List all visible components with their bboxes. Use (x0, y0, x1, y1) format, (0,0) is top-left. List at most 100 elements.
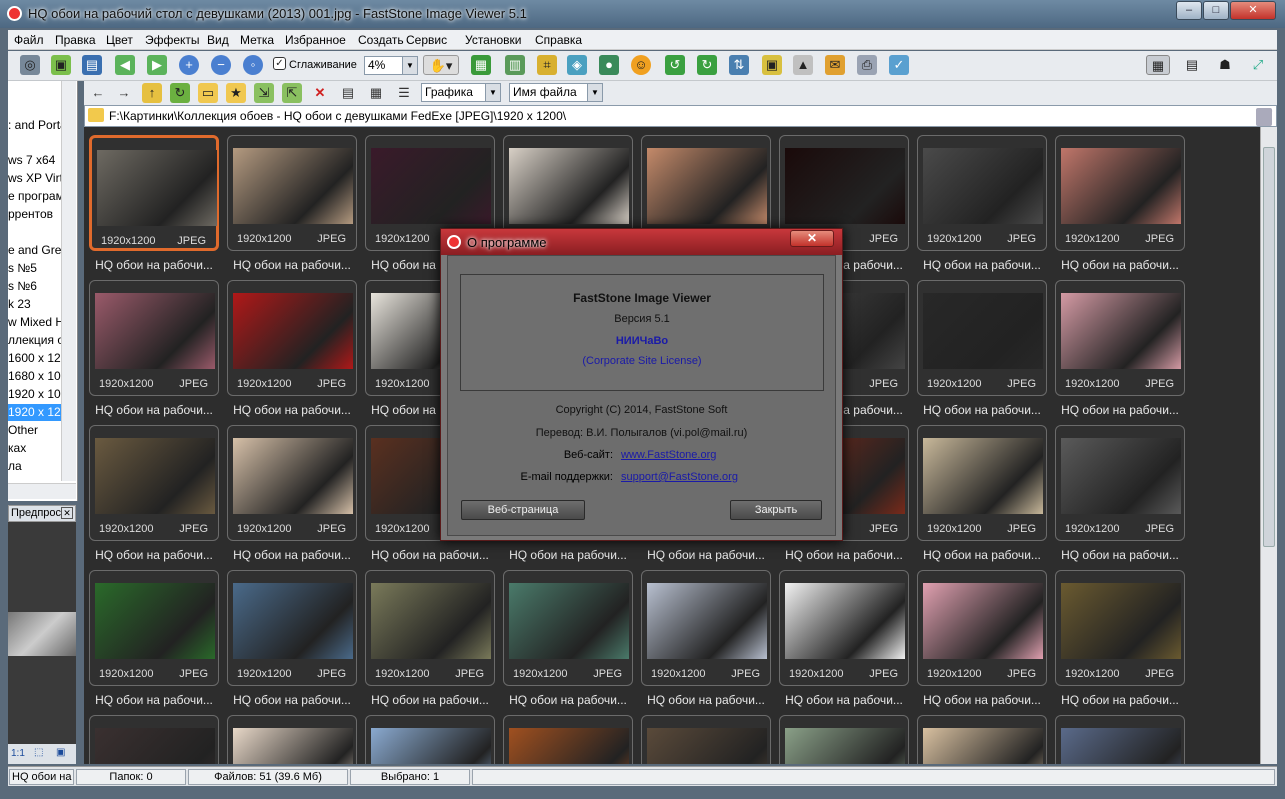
layout-grid-icon[interactable]: ▦ (1146, 55, 1170, 75)
forward-icon[interactable]: → (114, 83, 134, 103)
close-dialog-button[interactable]: Закрыть (730, 500, 822, 520)
crop-icon[interactable]: ⌗ (537, 55, 557, 75)
path-input[interactable]: F:\Картинки\Коллекция обоев - HQ обои с … (84, 105, 1277, 127)
thumbnail-card[interactable] (641, 715, 771, 764)
thumbnail-card[interactable] (917, 715, 1047, 764)
compare-icon[interactable]: ▣ (762, 55, 782, 75)
save-icon[interactable]: ▤ (82, 55, 102, 75)
tree-item[interactable]: : and Porta (8, 117, 68, 134)
scan-icon[interactable]: ▲ (793, 55, 813, 75)
thumbnail-card[interactable]: 1920x1200 JPEG (365, 570, 495, 686)
tree-item[interactable]: ла (8, 458, 68, 475)
tree-item[interactable]: ws 7 x64 (8, 152, 68, 169)
zoom-in-icon[interactable]: + (179, 55, 199, 75)
thumbnail-card[interactable]: 1920x1200 JPEG (1055, 425, 1185, 541)
layout-preview-icon[interactable]: ▤ (1180, 55, 1204, 75)
fit-icon[interactable]: ⬚ (34, 747, 43, 758)
thumbnail-card[interactable] (227, 715, 357, 764)
tree-item[interactable]: е програм (8, 188, 68, 205)
thumbnail-card[interactable]: 1920x1200 JPEG (917, 425, 1047, 541)
fullscreen-icon[interactable]: ▣ (56, 747, 65, 758)
tree-item[interactable]: k 23 (8, 296, 68, 313)
next-icon[interactable]: ▶ (147, 55, 167, 75)
sort-select[interactable]: Имя файла ▼ (509, 83, 603, 102)
thumbnail-card[interactable] (89, 715, 219, 764)
thumbnail-card[interactable] (779, 715, 909, 764)
email-icon[interactable]: ✉ (825, 55, 845, 75)
prev-icon[interactable]: ◀ (115, 55, 135, 75)
layout-person-icon[interactable]: ☗ (1213, 55, 1237, 75)
batch-icon[interactable]: ▥ (505, 55, 525, 75)
thumbnail-card[interactable] (1055, 715, 1185, 764)
tree-horizontal-scrollbar[interactable] (8, 483, 76, 499)
redeye-icon[interactable]: ☺ (631, 55, 651, 75)
thumbnail-card[interactable]: 1920x1200 JPEG (779, 570, 909, 686)
flip-icon[interactable]: ⇅ (729, 55, 749, 75)
tree-item[interactable]: 1680 x 105 (8, 368, 68, 385)
actual-size-icon[interactable]: ◦ (243, 55, 263, 75)
back-icon[interactable]: ← (88, 83, 108, 103)
new-folder-icon[interactable]: ▭ (198, 83, 218, 103)
menu-item[interactable]: Эффекты (145, 33, 200, 47)
scrollbar-thumb[interactable] (1263, 147, 1275, 547)
thumbnail-card[interactable]: 1920x1200 JPEG (917, 135, 1047, 251)
close-button[interactable]: ✕ (1230, 1, 1276, 20)
zoom-out-icon[interactable]: − (211, 55, 231, 75)
tree-item[interactable]: е and Gree (8, 242, 68, 259)
thumbnail-card[interactable]: 1920x1200 JPEG (227, 280, 357, 396)
open-folder-icon[interactable]: ▣ (51, 55, 71, 75)
filter-select[interactable]: Графика ▼ (421, 83, 501, 102)
thumbnail-card[interactable] (365, 715, 495, 764)
website-link[interactable]: www.FastStone.org (621, 449, 716, 461)
smoothing-checkbox[interactable]: ✓ (273, 57, 286, 70)
tree-item[interactable]: s №5 (8, 260, 68, 277)
delete-icon[interactable]: ✕ (310, 83, 330, 103)
menu-item[interactable]: Вид (207, 33, 229, 47)
browse-icon[interactable]: ◎ (20, 55, 40, 75)
ratio-button[interactable]: 1:1 (11, 748, 25, 759)
tree-item[interactable]: Other (8, 422, 68, 439)
move-to-icon[interactable]: ⇱ (282, 83, 302, 103)
thumbnail-card[interactable]: 1920x1200 JPEG (1055, 280, 1185, 396)
thumbnail-card[interactable]: 1920x1200 JPEG (89, 570, 219, 686)
web-page-button[interactable]: Веб-страница (461, 500, 585, 520)
thumbnail-card[interactable]: 1920x1200 JPEG (89, 280, 219, 396)
thumbnail-card[interactable]: 1920x1200 JPEG (89, 135, 219, 251)
tree-item[interactable]: ррентов (8, 206, 68, 223)
menu-item[interactable]: Сервис (406, 33, 447, 47)
resize-icon[interactable]: ● (599, 55, 619, 75)
thumbnail-card[interactable] (503, 715, 633, 764)
favorites-folder-icon[interactable]: ★ (226, 83, 246, 103)
tree-item[interactable]: w Mixed H (8, 314, 68, 331)
menu-item[interactable]: Избранное (285, 33, 346, 47)
maximize-button[interactable]: □ (1203, 1, 1229, 20)
thumbnail-card[interactable]: 1920x1200 JPEG (917, 570, 1047, 686)
tree-item[interactable]: s №6 (8, 278, 68, 295)
menu-item[interactable]: Правка (55, 33, 96, 47)
thumbnail-card[interactable]: 1920x1200 JPEG (1055, 570, 1185, 686)
thumbnail-card[interactable]: 1920x1200 JPEG (227, 425, 357, 541)
tree-item[interactable]: 1920 x 120 (8, 404, 67, 421)
wallpaper-icon[interactable]: ✓ (889, 55, 909, 75)
menu-item[interactable]: Создать (358, 33, 404, 47)
menu-item[interactable]: Метка (240, 33, 274, 47)
refresh-icon[interactable]: ↻ (170, 83, 190, 103)
zoom-select[interactable]: 4% ▼ (364, 56, 418, 75)
hand-tool-icon[interactable]: ✋▾ (423, 55, 459, 75)
tree-item[interactable]: ллекция о (8, 332, 68, 349)
trash-icon[interactable] (1256, 108, 1272, 126)
thumbnail-card[interactable]: 1920x1200 JPEG (1055, 135, 1185, 251)
fullscreen-icon[interactable]: ⤢ (1246, 55, 1270, 75)
thumbnail-card[interactable]: 1920x1200 JPEG (641, 570, 771, 686)
copy-to-icon[interactable]: ⇲ (254, 83, 274, 103)
thumbnail-card[interactable]: 1920x1200 JPEG (917, 280, 1047, 396)
print-icon[interactable]: ⎙ (857, 55, 877, 75)
rotate-left-icon[interactable]: ↺ (665, 55, 685, 75)
dialog-close-button[interactable]: ✕ (790, 230, 834, 247)
tree-item[interactable]: ws XP Virtu (8, 170, 70, 187)
thumbnail-card[interactable]: 1920x1200 JPEG (503, 570, 633, 686)
thumb-grid-icon[interactable]: ▦ (366, 83, 386, 103)
menu-item[interactable]: Установки (465, 33, 521, 47)
up-folder-icon[interactable]: ↑ (142, 83, 162, 103)
tree-item[interactable]: 1920 x 108 (8, 386, 68, 403)
